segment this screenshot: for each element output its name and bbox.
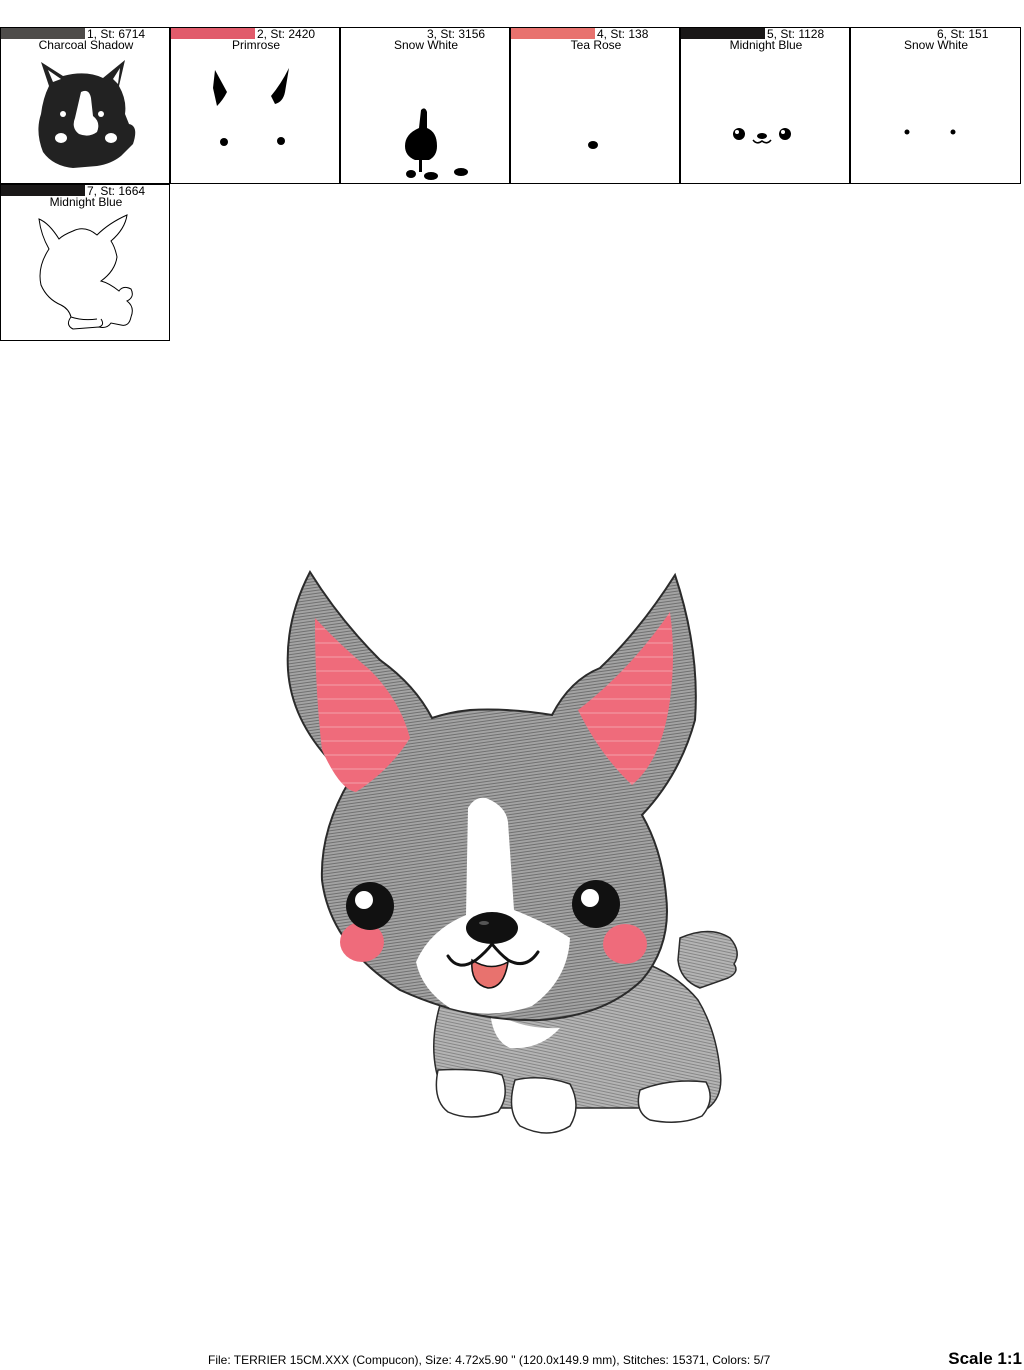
blaze-and-paws-icon [405, 108, 468, 180]
nose [466, 912, 518, 944]
thread-name: Snow White [903, 38, 969, 52]
thread-name: Charcoal Shadow [38, 38, 134, 52]
color-stop-cell-7: 7, St: 1664 Midnight Blue [0, 184, 170, 341]
thread-name: Midnight Blue [49, 195, 123, 209]
ears-and-cheeks-icon [213, 68, 289, 146]
color-stop-cell-2: 2, St: 2420 Primrose [170, 27, 340, 184]
eyes-and-nose-icon [733, 128, 791, 144]
thread-name: Tea Rose [570, 38, 622, 52]
back-foot [637, 1080, 711, 1123]
tongue-icon [588, 141, 598, 149]
file-info-footer: File: TERRIER 15CM.XXX (Compucon), Size:… [208, 1353, 771, 1367]
tail [677, 930, 738, 989]
front-foot-left [435, 1068, 506, 1118]
color-stop-cell-5: 5, St: 1128 Midnight Blue [680, 27, 850, 184]
thread-name: Midnight Blue [729, 38, 803, 52]
color-stop-cell-6: 6, St: 151 Snow White [850, 27, 1021, 184]
embroidery-preview-image [286, 569, 738, 1134]
thread-name: Primrose [231, 38, 280, 52]
eye-highlights-icon [904, 129, 956, 135]
color-stop-cell-1: 1, St: 6714 Charcoal Shadow [0, 27, 170, 184]
color-stop-cell-4: 4, St: 138 Tea Rose [510, 27, 680, 184]
right-eye-highlight [581, 889, 599, 907]
right-cheek [603, 924, 647, 964]
color-stop-cell-3: 3, St: 3156 Snow White [340, 27, 510, 184]
scale-label: Scale 1:1 [948, 1349, 1022, 1368]
dog-full-body-icon [38, 60, 136, 178]
outline-icon [38, 214, 133, 330]
left-eye-highlight [355, 891, 373, 909]
thread-name: Snow White [393, 38, 459, 52]
front-foot-right [510, 1077, 577, 1134]
